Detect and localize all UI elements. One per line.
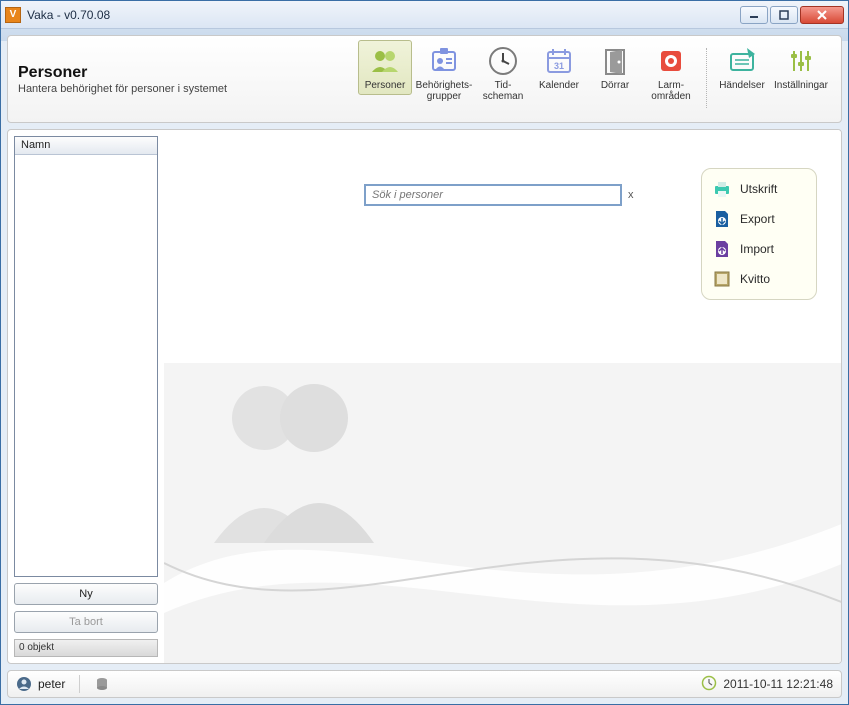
header-strip: Personer Hantera behörighet för personer… <box>7 35 842 123</box>
toolbar-behorighetsgrupper[interactable]: Behörighets- grupper <box>414 40 474 106</box>
toolbar-label: Behörighets- grupper <box>416 80 473 102</box>
action-panel: Utskrift Export <box>701 168 817 300</box>
status-bar: peter 2011-10-11 12:21:48 <box>7 670 842 698</box>
toolbar-separator <box>706 48 707 108</box>
sidebar: Namn Ny Ta bort 0 objekt <box>8 130 164 663</box>
action-receipt[interactable]: Kvitto <box>712 269 806 289</box>
toolbar-dorrar[interactable]: Dörrar <box>588 40 642 95</box>
toolbar-label: Larm- områden <box>651 80 690 102</box>
maximize-button[interactable] <box>770 6 798 24</box>
app-window: V Vaka - v0.70.08 Personer Hantera behör… <box>0 0 849 705</box>
import-icon <box>712 239 732 259</box>
action-label: Import <box>740 242 774 256</box>
db-icon <box>94 676 110 692</box>
toolbar-personer[interactable]: Personer <box>358 40 412 95</box>
app-icon: V <box>5 7 21 23</box>
svg-text:31: 31 <box>554 61 564 71</box>
badge-icon <box>427 44 461 78</box>
toolbar-label: Personer <box>365 80 406 91</box>
toolbar-handelser[interactable]: Händelser <box>715 40 769 95</box>
new-button[interactable]: Ny <box>14 583 158 605</box>
status-datetime-block: 2011-10-11 12:21:48 <box>701 675 833 694</box>
toolbar-label: Händelser <box>719 80 765 91</box>
personer-icon <box>368 44 402 78</box>
name-list[interactable]: Namn <box>14 136 158 577</box>
export-icon <box>712 209 732 229</box>
events-icon <box>725 44 759 78</box>
toolbar-label: Kalender <box>539 80 579 91</box>
page-subtitle: Hantera behörighet för personer i system… <box>18 83 318 95</box>
content-pane: x Utskrift <box>164 130 841 663</box>
delete-button: Ta bort <box>14 611 158 633</box>
action-export[interactable]: Export <box>712 209 806 229</box>
window-buttons <box>740 6 844 24</box>
action-print[interactable]: Utskrift <box>712 179 806 199</box>
action-label: Kvitto <box>740 272 770 286</box>
search-clear-button[interactable]: x <box>628 189 634 201</box>
receipt-icon <box>712 269 732 289</box>
main-area: Namn Ny Ta bort 0 objekt x <box>7 129 842 664</box>
status-divider <box>79 675 80 693</box>
object-count: 0 objekt <box>14 639 158 657</box>
toolbar-label: Dörrar <box>601 80 629 91</box>
calendar-icon: 31 <box>542 44 576 78</box>
toolbar-installningar[interactable]: Inställningar <box>771 40 831 95</box>
toolbar-label: Tid- scheman <box>483 80 524 102</box>
toolbar-larmomraden[interactable]: Larm- områden <box>644 40 698 106</box>
toolbar-kalender[interactable]: 31 Kalender <box>532 40 586 95</box>
status-user-block: peter <box>16 675 110 693</box>
action-import[interactable]: Import <box>712 239 806 259</box>
alarm-icon <box>654 44 688 78</box>
clock-icon <box>486 44 520 78</box>
action-label: Utskrift <box>740 182 777 196</box>
action-label: Export <box>740 212 775 226</box>
user-icon <box>16 676 32 692</box>
door-icon <box>598 44 632 78</box>
close-button[interactable] <box>800 6 844 24</box>
settings-icon <box>784 44 818 78</box>
name-list-header[interactable]: Namn <box>15 137 157 155</box>
clock-small-icon <box>701 675 717 694</box>
window-title: Vaka - v0.70.08 <box>27 8 740 22</box>
title-bar: V Vaka - v0.70.08 <box>1 1 848 29</box>
minimize-button[interactable] <box>740 6 768 24</box>
printer-icon <box>712 179 732 199</box>
search-row: x <box>364 184 634 206</box>
toolbar-tidscheman[interactable]: Tid- scheman <box>476 40 530 106</box>
search-input[interactable] <box>364 184 622 206</box>
status-user: peter <box>38 677 65 691</box>
page-title: Personer <box>18 64 318 82</box>
status-datetime: 2011-10-11 12:21:48 <box>723 677 833 691</box>
toolbar: Personer Behörighets- grupper <box>358 36 831 122</box>
toolbar-label: Inställningar <box>774 80 828 91</box>
background-art <box>164 363 842 663</box>
header-text: Personer Hantera behörighet för personer… <box>18 64 318 95</box>
